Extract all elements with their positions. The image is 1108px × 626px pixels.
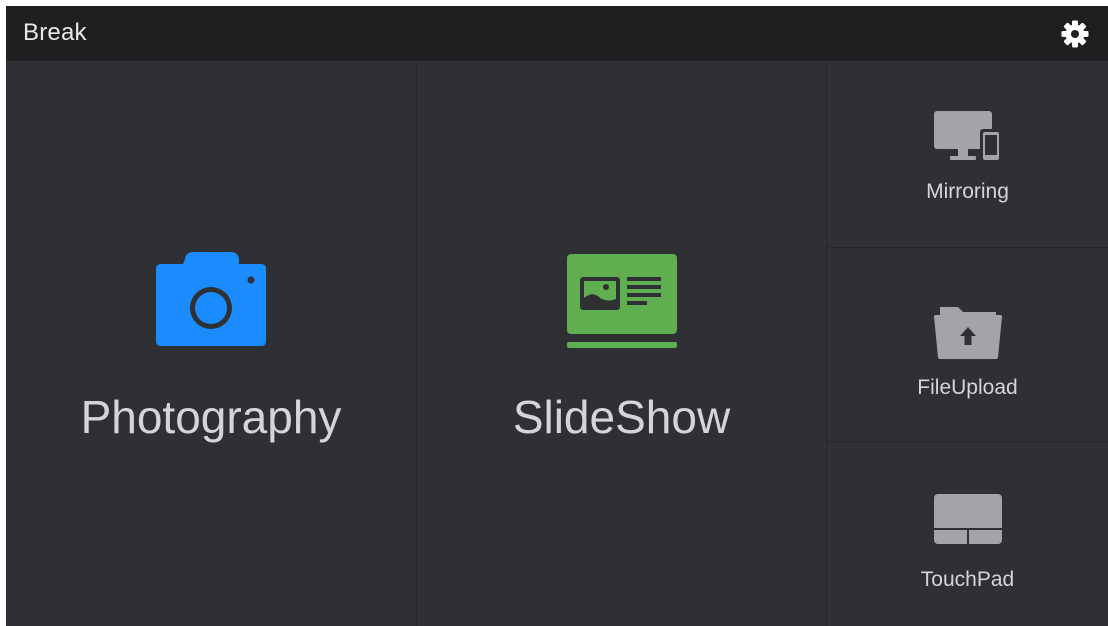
fileupload-label: FileUpload (917, 376, 1018, 399)
folder-upload-icon (933, 307, 1002, 359)
divider (826, 61, 827, 626)
title-bar: Break (6, 6, 1108, 61)
touchpad-tile[interactable]: TouchPad (827, 442, 1108, 626)
divider (827, 441, 1108, 442)
settings-button[interactable] (1058, 17, 1092, 51)
divider (416, 61, 417, 626)
photography-tile[interactable]: Photography (6, 61, 416, 626)
touchpad-icon (933, 494, 1002, 544)
divider (827, 247, 1108, 248)
slideshow-tile[interactable]: SlideShow (417, 61, 826, 626)
app-title: Break (23, 19, 87, 46)
fileupload-tile[interactable]: FileUpload (827, 248, 1108, 441)
slideshow-label: SlideShow (512, 391, 731, 443)
camera-icon (156, 252, 266, 346)
slideshow-icon (566, 254, 677, 348)
touchpad-label: TouchPad (920, 568, 1015, 591)
mirroring-tile[interactable]: Mirroring (827, 61, 1108, 247)
app-window: Break Photography SlideShow Mirroring Fi… (6, 6, 1108, 626)
photography-label: Photography (80, 391, 342, 443)
mirroring-label: Mirroring (926, 180, 1009, 203)
gear-icon (1061, 20, 1089, 48)
monitor-phone-icon (933, 111, 1002, 163)
